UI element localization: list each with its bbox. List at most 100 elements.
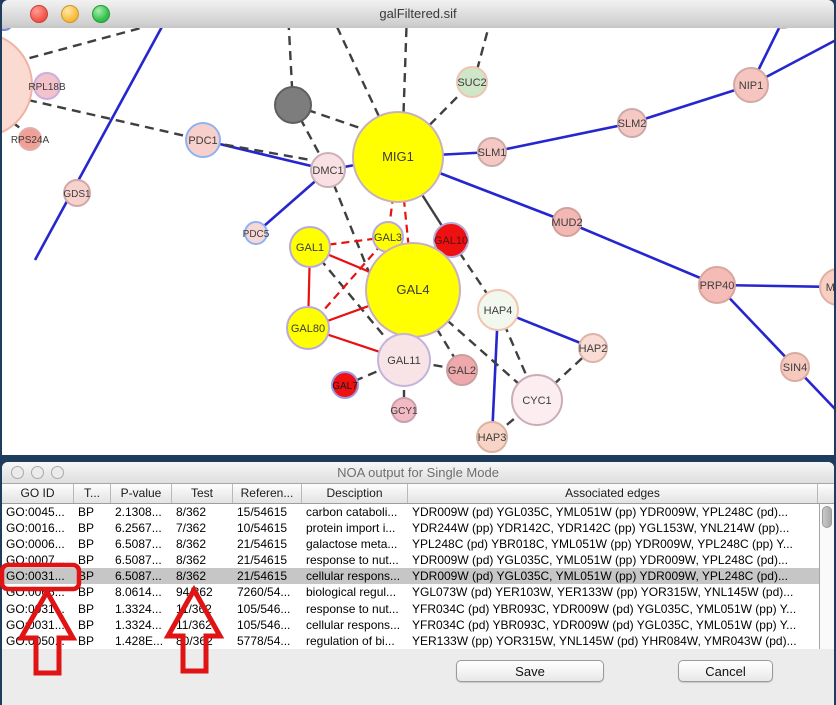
- node-label-GAL1: GAL1: [296, 242, 324, 254]
- column-header-t-[interactable]: T...: [74, 484, 111, 503]
- table-row[interactable]: GO:0007...BP6.5087...8/36221/54615respon…: [2, 552, 834, 568]
- table-cell: response to nut...: [302, 552, 408, 568]
- scrollbar-thumb[interactable]: [822, 506, 832, 528]
- node-label-SLM2: SLM2: [618, 118, 647, 130]
- column-header-associated-edges[interactable]: Associated edges: [408, 484, 818, 503]
- minimize-button[interactable]: [31, 466, 44, 479]
- table-row[interactable]: GO:0031...BP6.5087...8/36221/54615cellul…: [2, 568, 834, 584]
- noa-window-titlebar[interactable]: NOA output for Single Mode: [2, 462, 834, 484]
- table-cell: BP: [74, 552, 111, 568]
- vertical-scrollbar[interactable]: [819, 504, 834, 649]
- zoom-button[interactable]: [51, 466, 64, 479]
- node-label-GAL3: GAL3: [374, 232, 402, 244]
- table-row[interactable]: GO:0045...BP2.1308...8/36215/54615carbon…: [2, 504, 834, 520]
- table-cell: 94/362: [172, 584, 233, 600]
- column-header-go-id[interactable]: GO ID: [2, 484, 74, 503]
- table-cell: GO:0031...: [2, 601, 74, 617]
- table-cell: 2.1308...: [111, 504, 172, 520]
- table-cell: 5778/54...: [233, 633, 302, 649]
- table-cell: 8/362: [172, 552, 233, 568]
- table-cell: YDR009W (pd) YGL035C, YML051W (pp) YDR00…: [408, 504, 818, 520]
- table-cell: 80/362: [172, 633, 233, 649]
- table-cell: YFR034C (pd) YBR093C, YDR009W (pd) YGL03…: [408, 617, 818, 633]
- table-cell: cellular respons...: [302, 617, 408, 633]
- node-label-PDC5: PDC5: [243, 229, 270, 240]
- header-scroll-corner: [818, 484, 834, 503]
- table-cell: YPL248C (pd) YBR018C, YML051W (pp) YDR00…: [408, 536, 818, 552]
- node-label-RPS24A: RPS24A: [11, 135, 50, 146]
- table-cell: BP: [74, 520, 111, 536]
- table-cell: 7260/54...: [233, 584, 302, 600]
- node-label-PDC1: PDC1: [188, 135, 217, 147]
- node-label-NIP1: NIP1: [739, 80, 763, 92]
- table-cell: 8/362: [172, 536, 233, 552]
- table-row[interactable]: GO:0006...BP6.5087...8/36221/54615galact…: [2, 536, 834, 552]
- node-label-GDS1: GDS1: [63, 189, 91, 200]
- minimize-button[interactable]: [61, 5, 79, 23]
- column-header-p-value[interactable]: P-value: [111, 484, 172, 503]
- network-edge: [203, 140, 328, 170]
- network-edge: [35, 28, 170, 260]
- network-node-gray-node[interactable]: [275, 87, 311, 123]
- table-cell: galactose meta...: [302, 536, 408, 552]
- table-cell: GO:0050...: [2, 633, 74, 649]
- close-button[interactable]: [11, 466, 24, 479]
- table-row[interactable]: GO:0031...BP1.3324...11/362105/546...res…: [2, 601, 834, 617]
- network-window-titlebar[interactable]: galFiltered.sif: [2, 0, 834, 29]
- node-label-SUC2: SUC2: [457, 77, 486, 89]
- table-header: GO IDT...P-valueTestReferen...Desciption…: [2, 484, 834, 504]
- dialog-footer: Save Cancel: [2, 649, 834, 705]
- network-edge: [477, 28, 490, 70]
- network-svg: RPL18BRPS24AGDS1PDC1DMC1MIG1SUC2SLM1SLM2…: [2, 28, 834, 455]
- table-cell: regulation of bi...: [302, 633, 408, 649]
- node-label-GAL4: GAL4: [396, 282, 429, 297]
- table-cell: BP: [74, 504, 111, 520]
- zoom-button[interactable]: [92, 5, 110, 23]
- table-cell: YDR009W (pd) YGL035C, YML051W (pp) YDR00…: [408, 552, 818, 568]
- network-edge: [632, 85, 751, 123]
- table-cell: 15/54615: [233, 504, 302, 520]
- table-cell: biological regul...: [302, 584, 408, 600]
- network-canvas[interactable]: RPL18BRPS24AGDS1PDC1DMC1MIG1SUC2SLM1SLM2…: [2, 28, 834, 455]
- node-label-SIN4: SIN4: [783, 362, 807, 374]
- network-edge: [210, 142, 322, 162]
- table-row[interactable]: GO:0065...BP8.0614...94/3627260/54...bio…: [2, 584, 834, 600]
- table-cell: YDR009W (pd) YGL035C, YML051W (pp) YDR00…: [408, 568, 818, 584]
- node-label-DMC1: DMC1: [312, 165, 343, 177]
- network-window: galFiltered.sif RPL18BRPS24AGDS1PDC1DMC1…: [2, 0, 834, 455]
- node-label-MSN: MSN: [826, 282, 834, 294]
- node-label-GAL7: GAL7: [332, 381, 358, 392]
- table-cell: BP: [74, 536, 111, 552]
- node-label-HAP2: HAP2: [579, 343, 608, 355]
- column-header-desciption[interactable]: Desciption: [302, 484, 408, 503]
- table-cell: BP: [74, 617, 111, 633]
- table-cell: BP: [74, 601, 111, 617]
- table-cell: 6.2567...: [111, 520, 172, 536]
- table-cell: 10/54615: [233, 520, 302, 536]
- cancel-button[interactable]: Cancel: [678, 660, 773, 682]
- table-cell: 21/54615: [233, 568, 302, 584]
- column-header-referen-[interactable]: Referen...: [233, 484, 302, 503]
- network-node-corner-node[interactable]: [2, 28, 13, 30]
- table-cell: 1.3324...: [111, 617, 172, 633]
- save-button[interactable]: Save: [456, 660, 604, 682]
- table-cell: 6.5087...: [111, 552, 172, 568]
- table-row[interactable]: GO:0016...BP6.2567...7/36210/54615protei…: [2, 520, 834, 536]
- close-button[interactable]: [30, 5, 48, 23]
- table-cell: 8/362: [172, 504, 233, 520]
- node-label-GAL11: GAL11: [387, 355, 420, 367]
- table-cell: GO:0006...: [2, 536, 74, 552]
- table-cell: 8/362: [172, 568, 233, 584]
- table-cell: 105/546...: [233, 601, 302, 617]
- network-edge: [15, 28, 200, 62]
- table-body: GO:0045...BP2.1308...8/36215/54615carbon…: [2, 504, 834, 649]
- node-label-HAP4: HAP4: [484, 305, 513, 317]
- column-header-test[interactable]: Test: [172, 484, 233, 503]
- table-cell: 6.5087...: [111, 536, 172, 552]
- table-cell: GO:0016...: [2, 520, 74, 536]
- table-row[interactable]: GO:0050...BP1.428E...80/3625778/54...reg…: [2, 633, 834, 649]
- table-row[interactable]: GO:0031...BP1.3324...11/362105/546...cel…: [2, 617, 834, 633]
- table-cell: response to nut...: [302, 601, 408, 617]
- table-cell: 6.5087...: [111, 568, 172, 584]
- node-label-MIG1: MIG1: [382, 149, 414, 164]
